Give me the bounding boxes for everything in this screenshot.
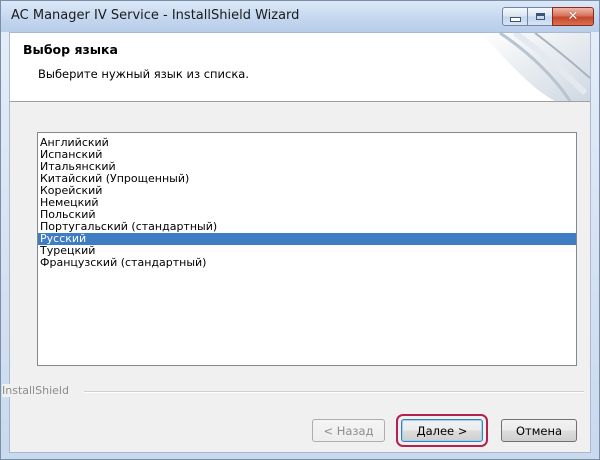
language-list-item[interactable]: Испанский (38, 149, 576, 161)
installshield-banner-art (480, 33, 590, 101)
language-list-item[interactable]: Немецкий (38, 197, 576, 209)
language-list-item[interactable]: Корейский (38, 185, 576, 197)
language-list-item[interactable]: Французский (стандартный) (38, 257, 576, 269)
maximize-button[interactable] (527, 7, 553, 26)
wizard-header: Выбор языка Выберите нужный язык из спис… (10, 33, 590, 102)
wizard-client-area: Выбор языка Выберите нужный язык из спис… (2, 32, 591, 453)
branding-divider (84, 391, 584, 393)
page-title: Выбор языка (23, 42, 118, 57)
next-button[interactable]: Далее > (401, 419, 483, 442)
close-icon: ✕ (567, 9, 579, 24)
installer-window: AC Manager IV Service - InstallShield Wi… (0, 0, 600, 460)
installshield-branding: InstallShield (2, 384, 592, 398)
language-list-item[interactable]: Китайский (Упрощенный) (38, 173, 576, 185)
minimize-button[interactable] (502, 7, 528, 26)
language-list-item[interactable]: Английский (38, 137, 576, 149)
minimize-icon (509, 17, 521, 22)
language-list[interactable]: Английский Испанский Итальянский Китайский … (37, 132, 577, 366)
back-button[interactable]: < Назад (312, 419, 385, 442)
page-subtitle: Выберите нужный язык из списка. (38, 67, 249, 81)
title-bar[interactable]: AC Manager IV Service - InstallShield Wi… (1, 1, 599, 32)
language-list-item[interactable]: Русский (38, 233, 576, 245)
cancel-button[interactable]: Отмена (501, 419, 577, 442)
close-button[interactable]: ✕ (552, 7, 594, 26)
maximize-icon (535, 13, 545, 20)
language-list-item[interactable]: Португальский (стандартный) (38, 221, 576, 233)
window-title: AC Manager IV Service - InstallShield Wi… (11, 8, 300, 23)
branding-label: InstallShield (2, 384, 73, 397)
